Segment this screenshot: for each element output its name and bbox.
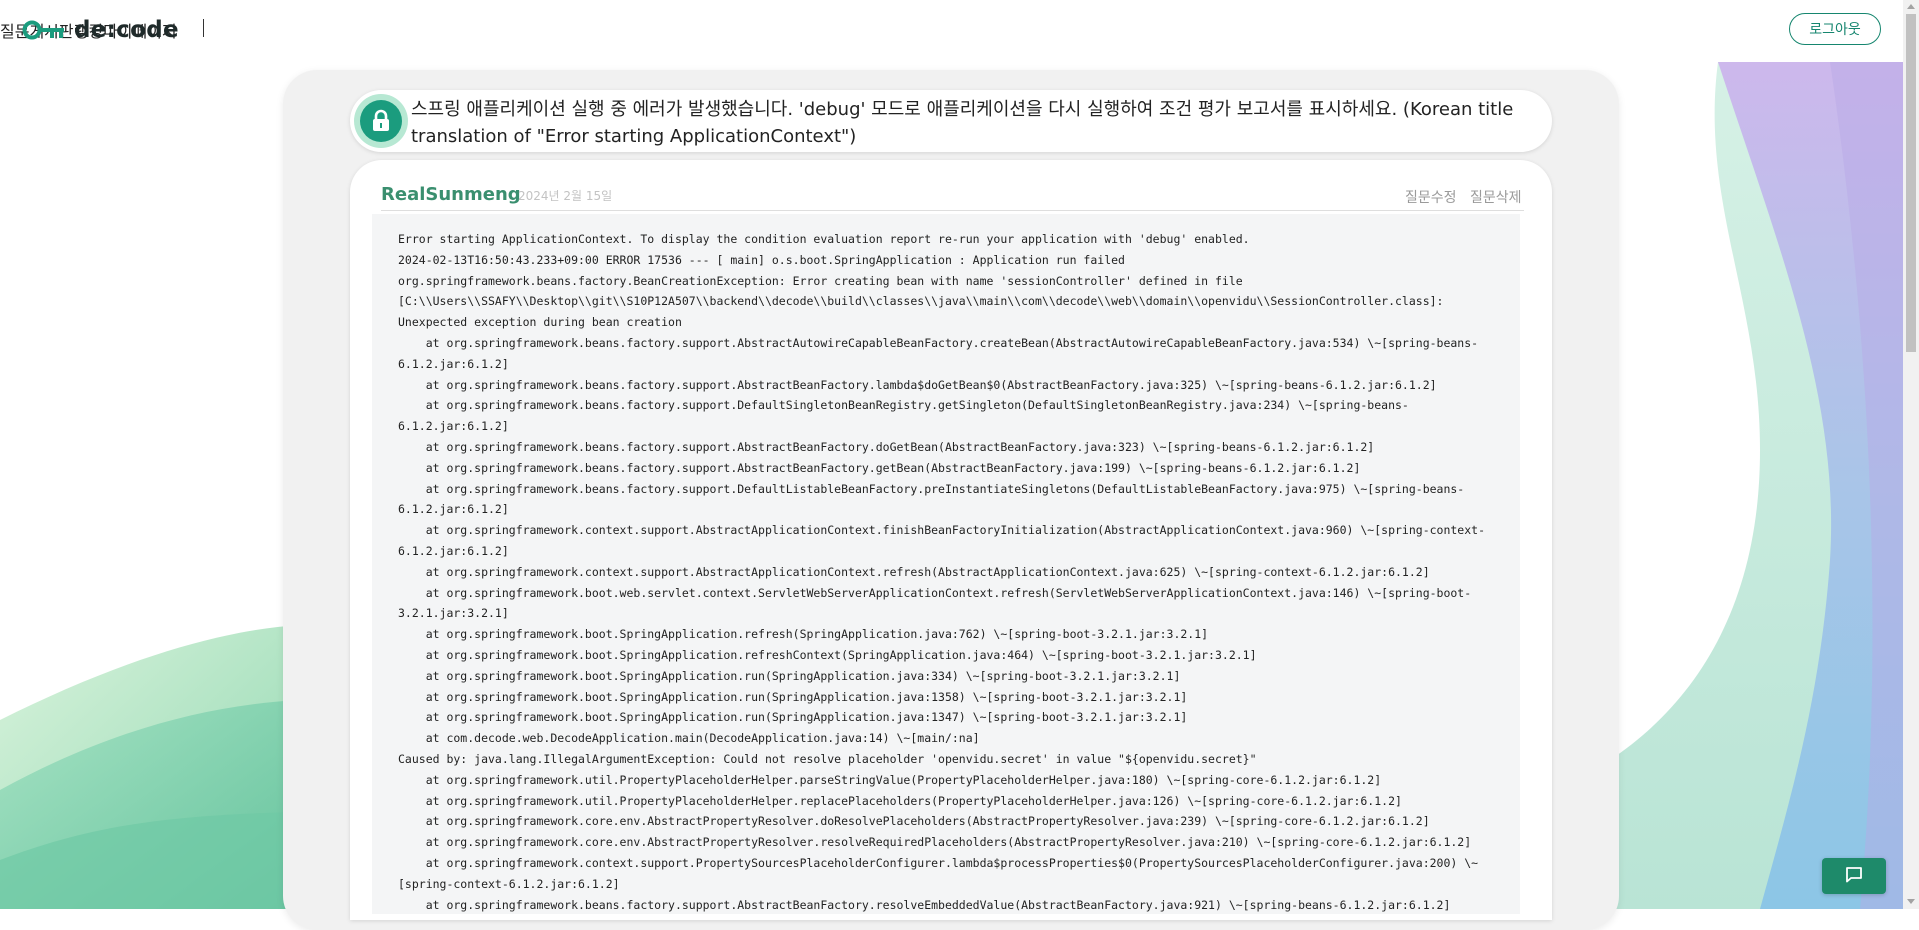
code-line: 6.1.2.jar:6.1.2] <box>398 356 509 371</box>
code-line: Caused by: java.lang.IllegalArgumentExce… <box>398 751 1257 766</box>
code-line: at org.springframework.util.PropertyPlac… <box>398 772 1382 787</box>
code-line: org.springframework.beans.factory.BeanCr… <box>398 273 1243 288</box>
code-line: at org.springframework.boot.web.servlet.… <box>398 585 1472 600</box>
code-line: at org.springframework.beans.factory.sup… <box>398 481 1465 496</box>
code-line: at org.springframework.beans.factory.sup… <box>398 439 1375 454</box>
code-line: at org.springframework.context.support.P… <box>398 855 1479 870</box>
code-line: at org.springframework.boot.SpringApplic… <box>398 647 1257 662</box>
code-line: 6.1.2.jar:6.1.2] <box>398 502 509 517</box>
code-line: 6.1.2.jar:6.1.2] <box>398 543 509 558</box>
page-scrollbar[interactable] <box>1903 0 1919 909</box>
code-line: at org.springframework.util.PropertyPlac… <box>398 793 1402 808</box>
site-logo[interactable]: de:code <box>22 17 179 43</box>
scroll-up-arrow-icon[interactable] <box>1907 4 1915 9</box>
code-block: Error starting ApplicationContext. To di… <box>372 214 1520 914</box>
code-line: [C:\\Users\\SSAFY\\Desktop\\git\\S10P12A… <box>398 294 1444 309</box>
chat-bubble-icon <box>1845 866 1863 887</box>
code-content: Error starting ApplicationContext. To di… <box>372 214 1520 914</box>
code-line: Unexpected exception during bean creatio… <box>398 315 682 330</box>
scroll-down-arrow-icon[interactable] <box>1907 899 1915 904</box>
post-author[interactable]: RealSunmeng <box>381 184 521 205</box>
header-divider <box>203 19 204 37</box>
post-date: 2024년 2월 15일 <box>518 189 613 203</box>
key-icon <box>22 19 66 41</box>
code-line: 3.2.1.jar:3.2.1] <box>398 606 509 621</box>
code-line: at org.springframework.boot.SpringApplic… <box>398 689 1188 704</box>
code-line: 2024-02-13T16:50:43.233+09:00 ERROR 1753… <box>398 252 1125 267</box>
code-line: at org.springframework.beans.factory.sup… <box>398 335 1479 350</box>
delete-question-link[interactable]: 질문삭제 <box>1470 187 1522 207</box>
lock-icon <box>354 94 408 148</box>
code-line: [spring-context-6.1.2.jar:6.1.2] <box>398 876 620 891</box>
code-line: at org.springframework.beans.factory.sup… <box>398 897 1451 912</box>
logout-button[interactable]: 로그아웃 <box>1789 13 1881 45</box>
code-line: at org.springframework.boot.SpringApplic… <box>398 710 1188 725</box>
code-line: at com.decode.web.DecodeApplication.main… <box>398 731 980 746</box>
brand-name: de:code <box>74 17 179 43</box>
code-line: Error starting ApplicationContext. To di… <box>398 232 1250 246</box>
code-line: 6.1.2.jar:6.1.2] <box>398 419 509 434</box>
code-line: at org.springframework.boot.SpringApplic… <box>398 668 1181 683</box>
code-line: at org.springframework.context.support.A… <box>398 523 1486 538</box>
meta-divider <box>381 210 1524 211</box>
code-line: at org.springframework.context.support.A… <box>398 564 1430 579</box>
code-line: at org.springframework.beans.factory.sup… <box>398 377 1437 392</box>
chat-button[interactable] <box>1822 858 1886 894</box>
code-line: at org.springframework.boot.SpringApplic… <box>398 627 1209 642</box>
code-line: at org.springframework.core.env.Abstract… <box>398 814 1430 829</box>
top-navigation-bar: de:code 질문게시판 랭킹 마이페이지 로그아웃 <box>0 0 1903 60</box>
code-line: at org.springframework.core.env.Abstract… <box>398 835 1472 850</box>
code-line: at org.springframework.beans.factory.sup… <box>398 398 1409 413</box>
code-line: at org.springframework.beans.factory.sup… <box>398 460 1361 475</box>
edit-question-link[interactable]: 질문수정 <box>1405 187 1457 207</box>
scrollbar-thumb[interactable] <box>1906 14 1916 352</box>
post-title: 스프링 애플리케이션 실행 중 에러가 발생했습니다. 'debug' 모드로 … <box>411 99 1514 147</box>
